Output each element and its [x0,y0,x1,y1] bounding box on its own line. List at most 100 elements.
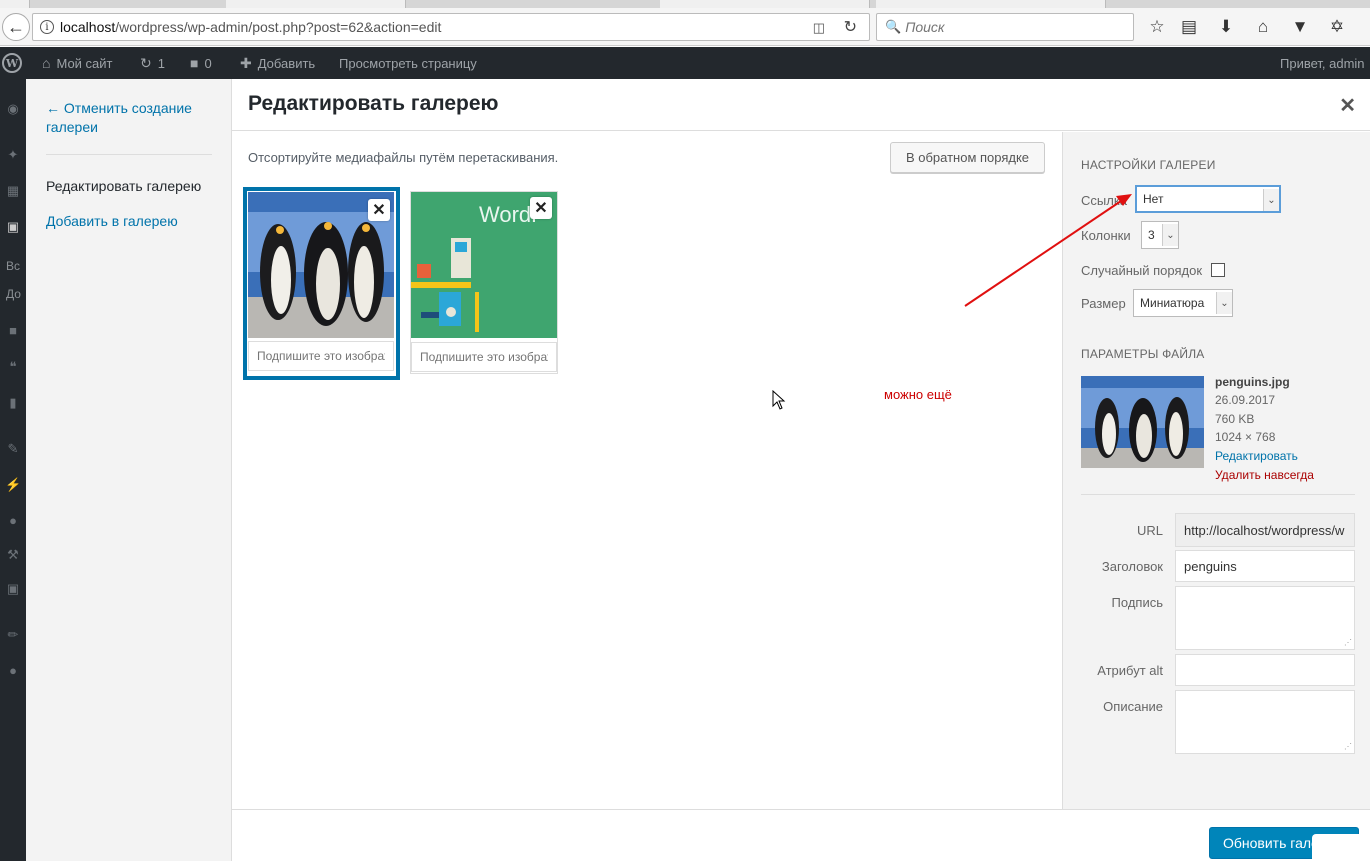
dashboard-icon[interactable]: ◉ [5,101,21,117]
menu-item-add-to-gallery[interactable]: Добавить в галерею [46,213,178,229]
url-field[interactable]: http://localhost/wordpress/w [1175,513,1355,547]
cancel-gallery-link[interactable]: ← Отменить создание галереи [46,99,216,137]
comments-icon[interactable]: ■ [5,323,21,339]
sidebar-partial-label[interactable]: Вс [6,259,20,273]
gallery-item[interactable]: WordP ✕ [410,191,558,374]
caption-input[interactable] [411,342,557,372]
columns-select-value: 3 [1148,228,1155,242]
modal-title: Редактировать галерею [248,92,499,115]
attachment-thumbnail [1081,376,1204,468]
back-button[interactable]: ← [2,13,30,41]
search-input[interactable] [905,19,1126,35]
wordpress-logo-icon: W [2,53,22,73]
divider [1081,494,1355,495]
media-modal: ← Отменить создание галереи Редактироват… [26,79,1370,861]
title-label: Заголовок [1101,559,1163,574]
address-bar[interactable]: i localhost/wordpress/wp-admin/post.php?… [32,13,870,41]
users-icon[interactable]: ● [5,513,21,529]
updates-menu[interactable]: ↻ 1 [140,47,165,79]
folder-icon[interactable]: ▮ [5,395,21,411]
menu-separator [46,154,212,155]
size-select[interactable]: Миниатюра ⌄ [1133,289,1233,317]
gallery-content: Отсортируйте медиафайлы путём перетаскив… [232,132,1062,809]
close-icon[interactable]: ✕ [1339,93,1356,118]
description-label: Описание [1103,699,1163,714]
alt-text-field[interactable] [1175,654,1355,686]
remove-item-button[interactable]: ✕ [530,197,552,219]
url-label: URL [1136,523,1163,538]
wp-logo-menu[interactable]: W [2,47,22,79]
title-value: penguins [1184,558,1237,574]
address-url: localhost/wordpress/wp-admin/post.php?po… [60,19,442,35]
info-icon[interactable]: i [40,20,54,34]
columns-label: Колонки [1081,228,1131,243]
search-box[interactable]: 🔍 [876,13,1134,41]
browser-tab[interactable] [0,0,30,8]
remove-item-button[interactable]: ✕ [368,199,390,221]
resize-handle-icon[interactable]: ⋰ [1344,638,1352,647]
site-name: Мой сайт [56,55,113,71]
edit-image-link[interactable]: Редактировать [1215,449,1298,463]
modal-header: Редактировать галерею ✕ [232,79,1370,131]
resize-handle-icon[interactable]: ⋰ [1344,742,1352,751]
view-page-link[interactable]: Просмотреть страницу [339,47,477,79]
comments-count: 0 [204,55,212,71]
pocket-icon[interactable]: ▼ [1289,17,1311,37]
random-order-checkbox[interactable] [1211,263,1225,277]
appearance-icon[interactable]: ✎ [5,441,21,457]
gallery-item[interactable]: ✕ [243,187,400,380]
collapse-icon[interactable]: ● [5,663,21,679]
link-select[interactable]: Нет ⌄ [1135,185,1281,213]
browser-tab[interactable] [660,0,870,8]
caption-textarea[interactable]: ⋰ [1175,586,1355,650]
red-annotation-text: можно ещё [884,387,952,402]
overlay-corner [1312,834,1370,861]
bookmark-star-icon[interactable]: ☆ [1146,17,1168,37]
tools-icon[interactable]: ⚒ [5,547,21,563]
mouse-cursor-icon [772,390,786,410]
download-icon[interactable]: ⬇ [1215,17,1237,37]
sort-instructions: Отсортируйте медиафайлы путём перетаскив… [248,150,559,165]
bookmarks-list-icon[interactable]: ▤ [1178,17,1200,37]
media-icon[interactable]: ▦ [5,183,21,199]
reader-view-icon[interactable]: ◫ [813,20,825,36]
url-value: http://localhost/wordpress/w [1184,522,1345,538]
description-textarea[interactable]: ⋰ [1175,690,1355,754]
extension-icon[interactable]: ✡ [1326,17,1348,37]
plus-icon: ✚ [240,54,252,71]
site-name-menu[interactable]: ⌂ Мой сайт [42,47,113,79]
caption-input[interactable] [248,341,394,371]
browser-tab-strip [0,0,1370,8]
browser-tab[interactable] [876,0,1106,8]
reverse-order-button[interactable]: В обратном порядке [890,142,1045,173]
pin-icon[interactable]: ✦ [5,147,21,163]
search-icon: 🔍 [885,19,902,34]
random-order-label: Случайный порядок [1081,263,1203,278]
menu-item-edit-gallery[interactable]: Редактировать галерею [46,178,201,194]
attachment-dimensions: 1024 × 768 [1215,430,1276,444]
comments-menu[interactable]: ■ 0 [190,47,212,79]
attachment-details-heading: Параметры файла [1081,347,1205,361]
sidebar-partial-label[interactable]: До [6,287,21,301]
delete-permanently-link[interactable]: Удалить навсегда [1215,468,1314,482]
attachment-filesize: 760 KB [1215,412,1255,426]
browser-tab[interactable] [226,0,406,8]
updates-count: 1 [157,55,165,71]
my-account-menu[interactable]: Привет, admin [1280,47,1365,79]
pages-icon[interactable]: ▣ [5,219,21,235]
home-icon[interactable]: ⌂ [1252,17,1274,37]
plugins-icon[interactable]: ⚡ [5,477,21,493]
title-field[interactable]: penguins [1175,550,1355,582]
attachment-filename: penguins.jpg [1215,375,1290,389]
settings-icon[interactable]: ▣ [5,581,21,597]
columns-select[interactable]: 3 ⌄ [1141,221,1179,249]
alt-label: Атрибут alt [1097,663,1163,678]
pencil-icon[interactable]: ✏ [5,627,21,643]
reload-icon[interactable]: ↻ [844,17,857,37]
close-icon: ✕ [372,202,386,219]
wp-admin-bar: W ⌂ Мой сайт ↻ 1 ■ 0 ✚ Добавить Просмотр… [0,47,1370,79]
greeting-label: Привет, admin [1280,55,1365,71]
quote-icon[interactable]: ❝ [5,359,21,375]
add-new-menu[interactable]: ✚ Добавить [240,47,315,79]
size-label: Размер [1081,296,1126,311]
